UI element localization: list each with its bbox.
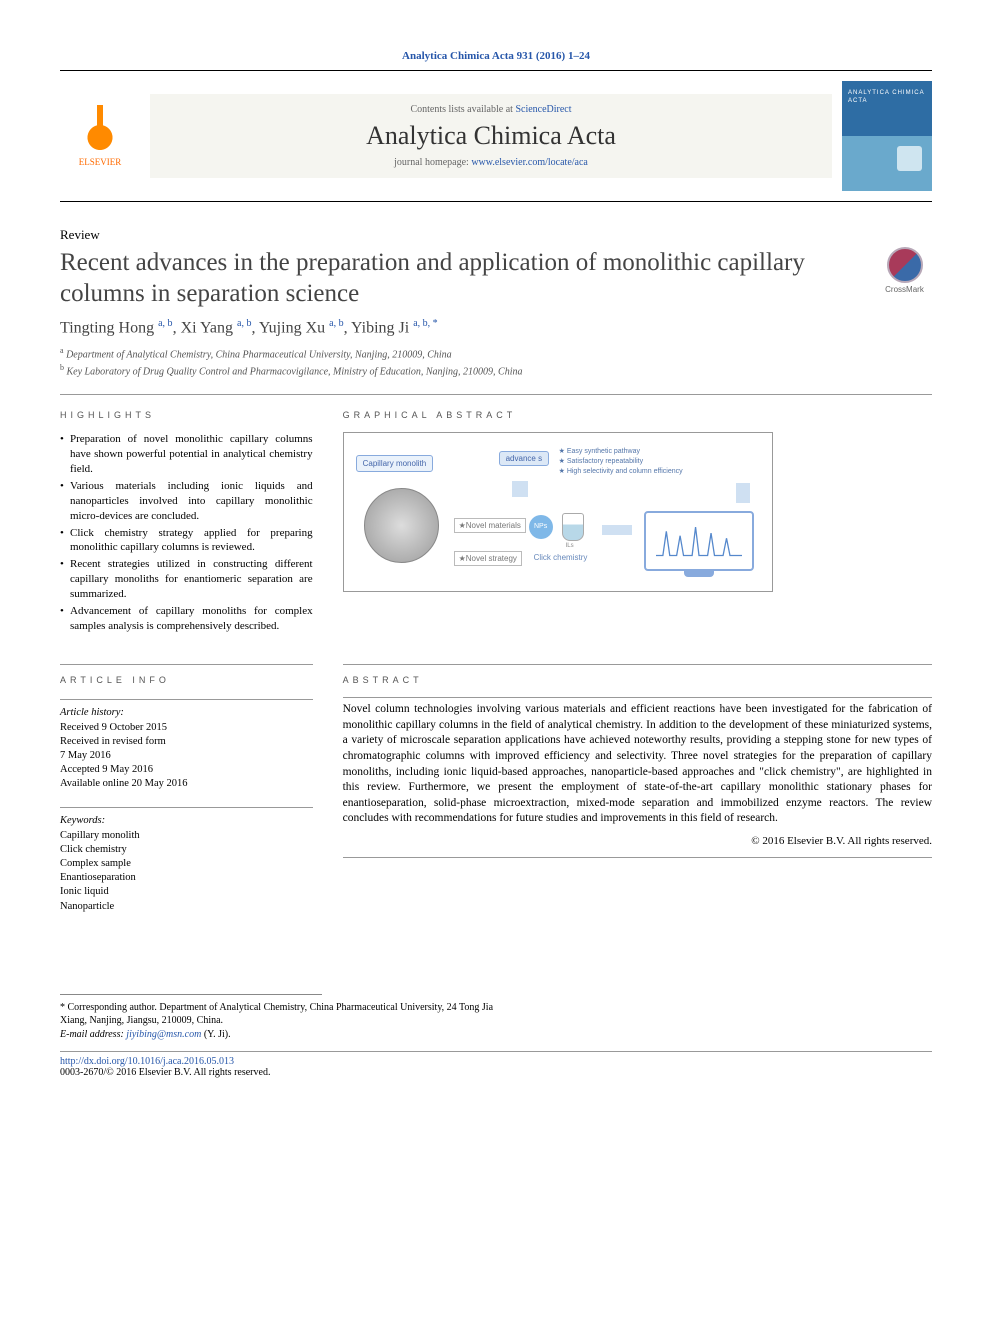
highlights-head: HIGHLIGHTS [60, 410, 313, 420]
sciencedirect-link[interactable]: ScienceDirect [515, 104, 571, 115]
highlight-item: Preparation of novel monolithic capillar… [60, 432, 313, 477]
affil-text: Key Laboratory of Drug Quality Control a… [67, 366, 523, 377]
journal-name: Analytica Chimica Acta [150, 121, 832, 151]
copyright-line: © 2016 Elsevier B.V. All rights reserved… [343, 835, 932, 847]
ga-novel-materials-box: ★Novel materials [454, 518, 526, 533]
article-history: Article history: Received 9 October 2015… [60, 699, 313, 913]
email-label: E-mail address: [60, 1029, 124, 1040]
keyword: Capillary monolith [60, 829, 313, 843]
crossmark-badge[interactable]: CrossMark [877, 247, 932, 294]
info-rule-top [60, 664, 313, 665]
crossmark-label: CrossMark [885, 285, 924, 294]
article-title: Recent advances in the preparation and a… [60, 247, 857, 310]
affil-rule [60, 394, 932, 395]
masthead: ELSEVIER Contents lists available at Sci… [60, 71, 932, 202]
elsevier-tree-icon [75, 105, 125, 155]
graphical-abstract-head: GRAPHICAL ABSTRACT [343, 410, 932, 420]
affil-sup: a [60, 346, 64, 355]
journal-cover-thumbnail [842, 81, 932, 191]
ga-novel-strategy-box: ★Novel strategy [454, 551, 522, 566]
history-head: Article history: [60, 706, 313, 720]
ga-advantages-list: ★ Easy synthetic pathway ★ Satisfactory … [559, 447, 683, 476]
ga-ils-flask-icon [562, 513, 584, 541]
corr-name: (Y. Ji). [204, 1029, 231, 1040]
corr-email-link[interactable]: jiyibing@msn.com [126, 1029, 201, 1040]
ga-monolith-sem-icon [364, 488, 439, 563]
highlight-item: Various materials including ionic liquid… [60, 479, 313, 524]
abstract-rule-top [343, 664, 932, 665]
affiliations: a Department of Analytical Chemistry, Ch… [60, 345, 932, 380]
keyword: Nanoparticle [60, 900, 313, 914]
publisher-name: ELSEVIER [79, 157, 122, 167]
abstract-rule-mid [343, 697, 932, 698]
abstract-text: Novel column technologies involving vari… [343, 702, 932, 826]
crossmark-icon [887, 247, 923, 283]
contents-prefix: Contents lists available at [410, 104, 515, 115]
accepted-date: Accepted 9 May 2016 [60, 763, 313, 777]
highlight-item: Click chemistry strategy applied for pre… [60, 526, 313, 556]
corr-text: Corresponding author. Department of Anal… [60, 1002, 493, 1027]
ga-advances-box: advance s [499, 451, 549, 466]
publisher-logo[interactable]: ELSEVIER [60, 105, 140, 167]
doi-link[interactable]: http://dx.doi.org/10.1016/j.aca.2016.05.… [60, 1056, 234, 1067]
ga-click-chemistry-label: Click chemistry [534, 553, 588, 562]
masthead-center: Contents lists available at ScienceDirec… [150, 94, 832, 178]
affil-text: Department of Analytical Chemistry, Chin… [66, 349, 452, 360]
ga-arrow-up-icon [736, 483, 750, 503]
keywords-head: Keywords: [60, 814, 313, 828]
corr-asterisk: * [60, 1002, 65, 1013]
article-info-head: ARTICLE INFO [60, 675, 313, 685]
ga-capillary-monolith-box: Capillary monolith [356, 455, 434, 472]
corresponding-author: * Corresponding author. Department of An… [60, 1001, 496, 1042]
affil-sup: b [60, 363, 64, 372]
issn-copyright: 0003-2670/© 2016 Elsevier B.V. All right… [60, 1067, 270, 1078]
article-type: Review [60, 227, 932, 243]
ga-nps-icon: NPs [529, 515, 553, 539]
online-date: Available online 20 May 2016 [60, 777, 313, 791]
revised-date: Received in revised form 7 May 2016 [60, 735, 313, 763]
highlight-item: Recent strategies utilized in constructi… [60, 557, 313, 602]
highlights: Preparation of novel monolithic capillar… [60, 432, 313, 633]
journal-homepage-link[interactable]: www.elsevier.com/locate/aca [471, 157, 588, 168]
abstract-head: ABSTRACT [343, 675, 932, 685]
abstract-rule-bottom [343, 857, 932, 858]
footnote-rule [60, 994, 322, 995]
ga-arrow-down-icon [512, 481, 528, 497]
homepage-prefix: journal homepage: [394, 157, 471, 168]
homepage-line: journal homepage: www.elsevier.com/locat… [150, 157, 832, 168]
keyword: Enantioseparation [60, 871, 313, 885]
graphical-abstract-figure: Capillary monolith advance s ★ Easy synt… [343, 432, 773, 592]
keyword: Click chemistry [60, 843, 313, 857]
keywords-list: Capillary monolith Click chemistry Compl… [60, 829, 313, 914]
keyword: Ionic liquid [60, 885, 313, 899]
ga-ils-label: ILs [566, 543, 574, 549]
doi-block: http://dx.doi.org/10.1016/j.aca.2016.05.… [60, 1051, 932, 1078]
keyword: Complex sample [60, 857, 313, 871]
ga-chromatogram-icon [656, 521, 742, 559]
top-citation: Analytica Chimica Acta 931 (2016) 1–24 [60, 50, 932, 62]
received-date: Received 9 October 2015 [60, 721, 313, 735]
authors: Tingting Hong a, b, Xi Yang a, b, Yujing… [60, 318, 932, 337]
ga-arrow-right-icon [602, 525, 632, 535]
contents-line: Contents lists available at ScienceDirec… [150, 104, 832, 115]
highlight-item: Advancement of capillary monoliths for c… [60, 604, 313, 634]
